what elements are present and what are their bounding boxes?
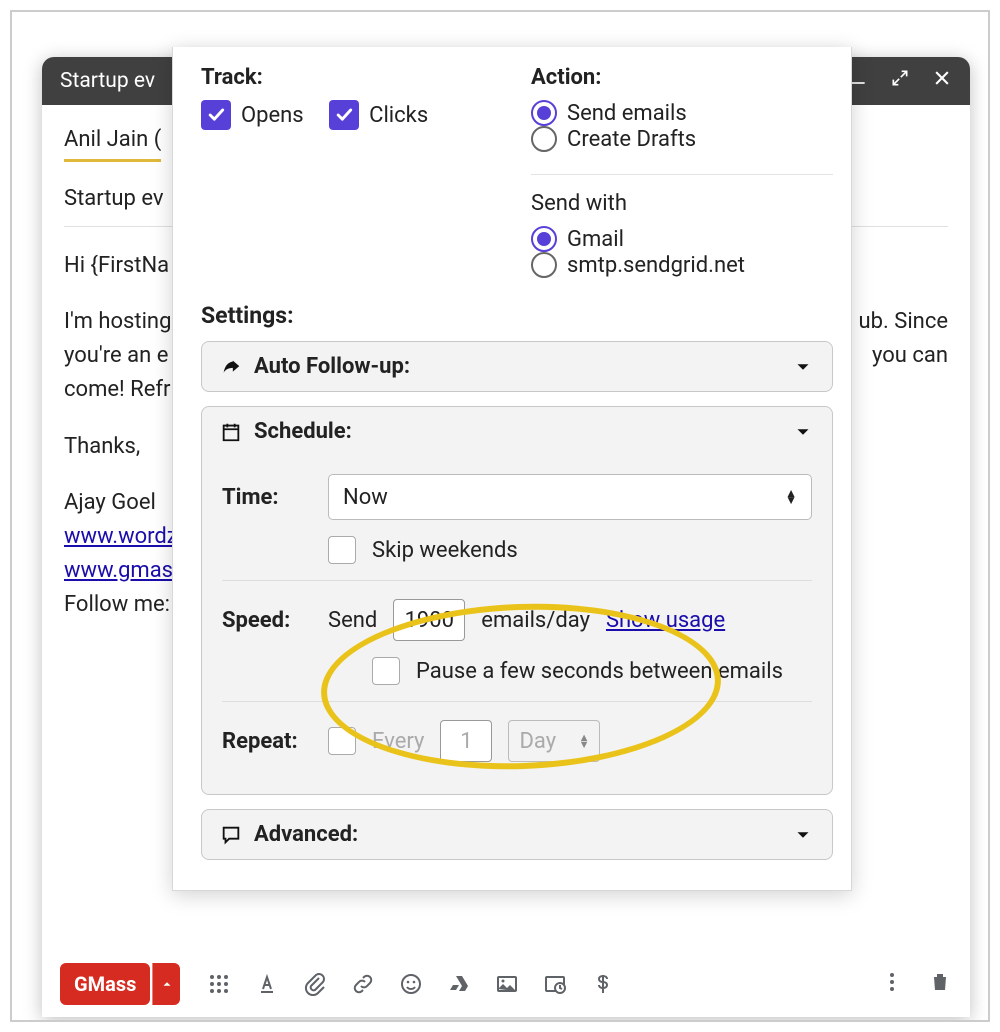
gmass-dropdown-button[interactable] xyxy=(152,963,180,1005)
expand-icon[interactable] xyxy=(890,68,910,94)
show-usage-link[interactable]: Show usage xyxy=(606,608,725,633)
text-format-icon[interactable] xyxy=(254,971,280,997)
speed-send-text: Send xyxy=(328,608,377,633)
repeat-unit-select[interactable]: Day ▲▼ xyxy=(508,720,600,762)
track-opens-checkbox[interactable]: Opens xyxy=(201,100,304,130)
track-clicks-checkbox[interactable]: Clicks xyxy=(329,100,428,130)
speed-input[interactable]: 1900 xyxy=(393,599,465,641)
time-label: Time: xyxy=(222,485,312,510)
drive-icon[interactable] xyxy=(446,971,472,997)
emoji-icon[interactable] xyxy=(398,971,424,997)
trash-icon[interactable] xyxy=(928,970,952,998)
attach-icon[interactable] xyxy=(302,971,328,997)
action-send-radio[interactable]: Send emails xyxy=(531,100,687,126)
chevron-down-icon xyxy=(792,421,814,443)
sendwith-gmail-radio[interactable]: Gmail xyxy=(531,226,624,252)
schedule-card: Schedule: Time: Now ▲▼ Skip weekends xyxy=(201,406,833,795)
schedule-header[interactable]: Schedule: xyxy=(202,407,832,456)
calendar-icon xyxy=(220,421,242,443)
more-icon[interactable] xyxy=(880,970,904,998)
speed-label: Speed: xyxy=(222,608,312,633)
close-icon[interactable] xyxy=(932,68,952,94)
image-icon[interactable] xyxy=(494,971,520,997)
repeat-every-text: Every xyxy=(372,729,424,754)
advanced-card[interactable]: Advanced: xyxy=(201,809,833,860)
sendwith-label: Send with xyxy=(531,191,833,216)
sort-caret-icon: ▲▼ xyxy=(785,490,797,504)
repeat-value-input[interactable]: 1 xyxy=(440,720,492,762)
compose-toolbar: GMass xyxy=(42,951,970,1017)
auto-followup-card[interactable]: Auto Follow-up: xyxy=(201,341,833,392)
checkbox-checked-icon xyxy=(329,100,359,130)
apps-icon[interactable] xyxy=(206,971,232,997)
repeat-label: Repeat: xyxy=(222,729,312,754)
gmass-popover: Track: Opens Clicks Action: Send emails … xyxy=(172,47,852,891)
action-drafts-radio[interactable]: Create Drafts xyxy=(531,126,696,152)
time-select[interactable]: Now ▲▼ xyxy=(328,474,812,520)
compose-window: Startup ev Anil Jain ( Startup ev Hi {Fi… xyxy=(42,57,970,1017)
sig-link[interactable]: www.gmas xyxy=(64,558,173,583)
track-label: Track: xyxy=(201,65,503,90)
share-arrow-icon xyxy=(220,356,242,378)
sendwith-smtp-radio[interactable]: smtp.sendgrid.net xyxy=(531,252,745,278)
chevron-down-icon xyxy=(792,356,814,378)
sig-link[interactable]: www.wordz xyxy=(64,524,178,549)
skip-weekends-checkbox[interactable] xyxy=(328,536,356,564)
repeat-checkbox[interactable] xyxy=(328,727,356,755)
recipient-chip[interactable]: Anil Jain ( xyxy=(64,123,161,162)
checkbox-checked-icon xyxy=(201,100,231,130)
dollar-icon[interactable] xyxy=(590,971,616,997)
speed-unit-text: emails/day xyxy=(481,608,590,633)
chat-icon xyxy=(220,824,242,846)
gmass-button[interactable]: GMass xyxy=(60,963,150,1005)
scheduled-icon[interactable] xyxy=(542,971,568,997)
link-icon[interactable] xyxy=(350,971,376,997)
skip-weekends-label: Skip weekends xyxy=(372,538,518,563)
window-title: Startup ev xyxy=(60,69,155,93)
settings-header: Settings: xyxy=(201,302,833,329)
pause-checkbox[interactable] xyxy=(372,657,400,685)
action-label: Action: xyxy=(531,65,833,90)
chevron-down-icon xyxy=(792,824,814,846)
pause-label: Pause a few seconds between emails xyxy=(416,659,783,684)
sort-caret-icon: ▲▼ xyxy=(579,734,590,748)
